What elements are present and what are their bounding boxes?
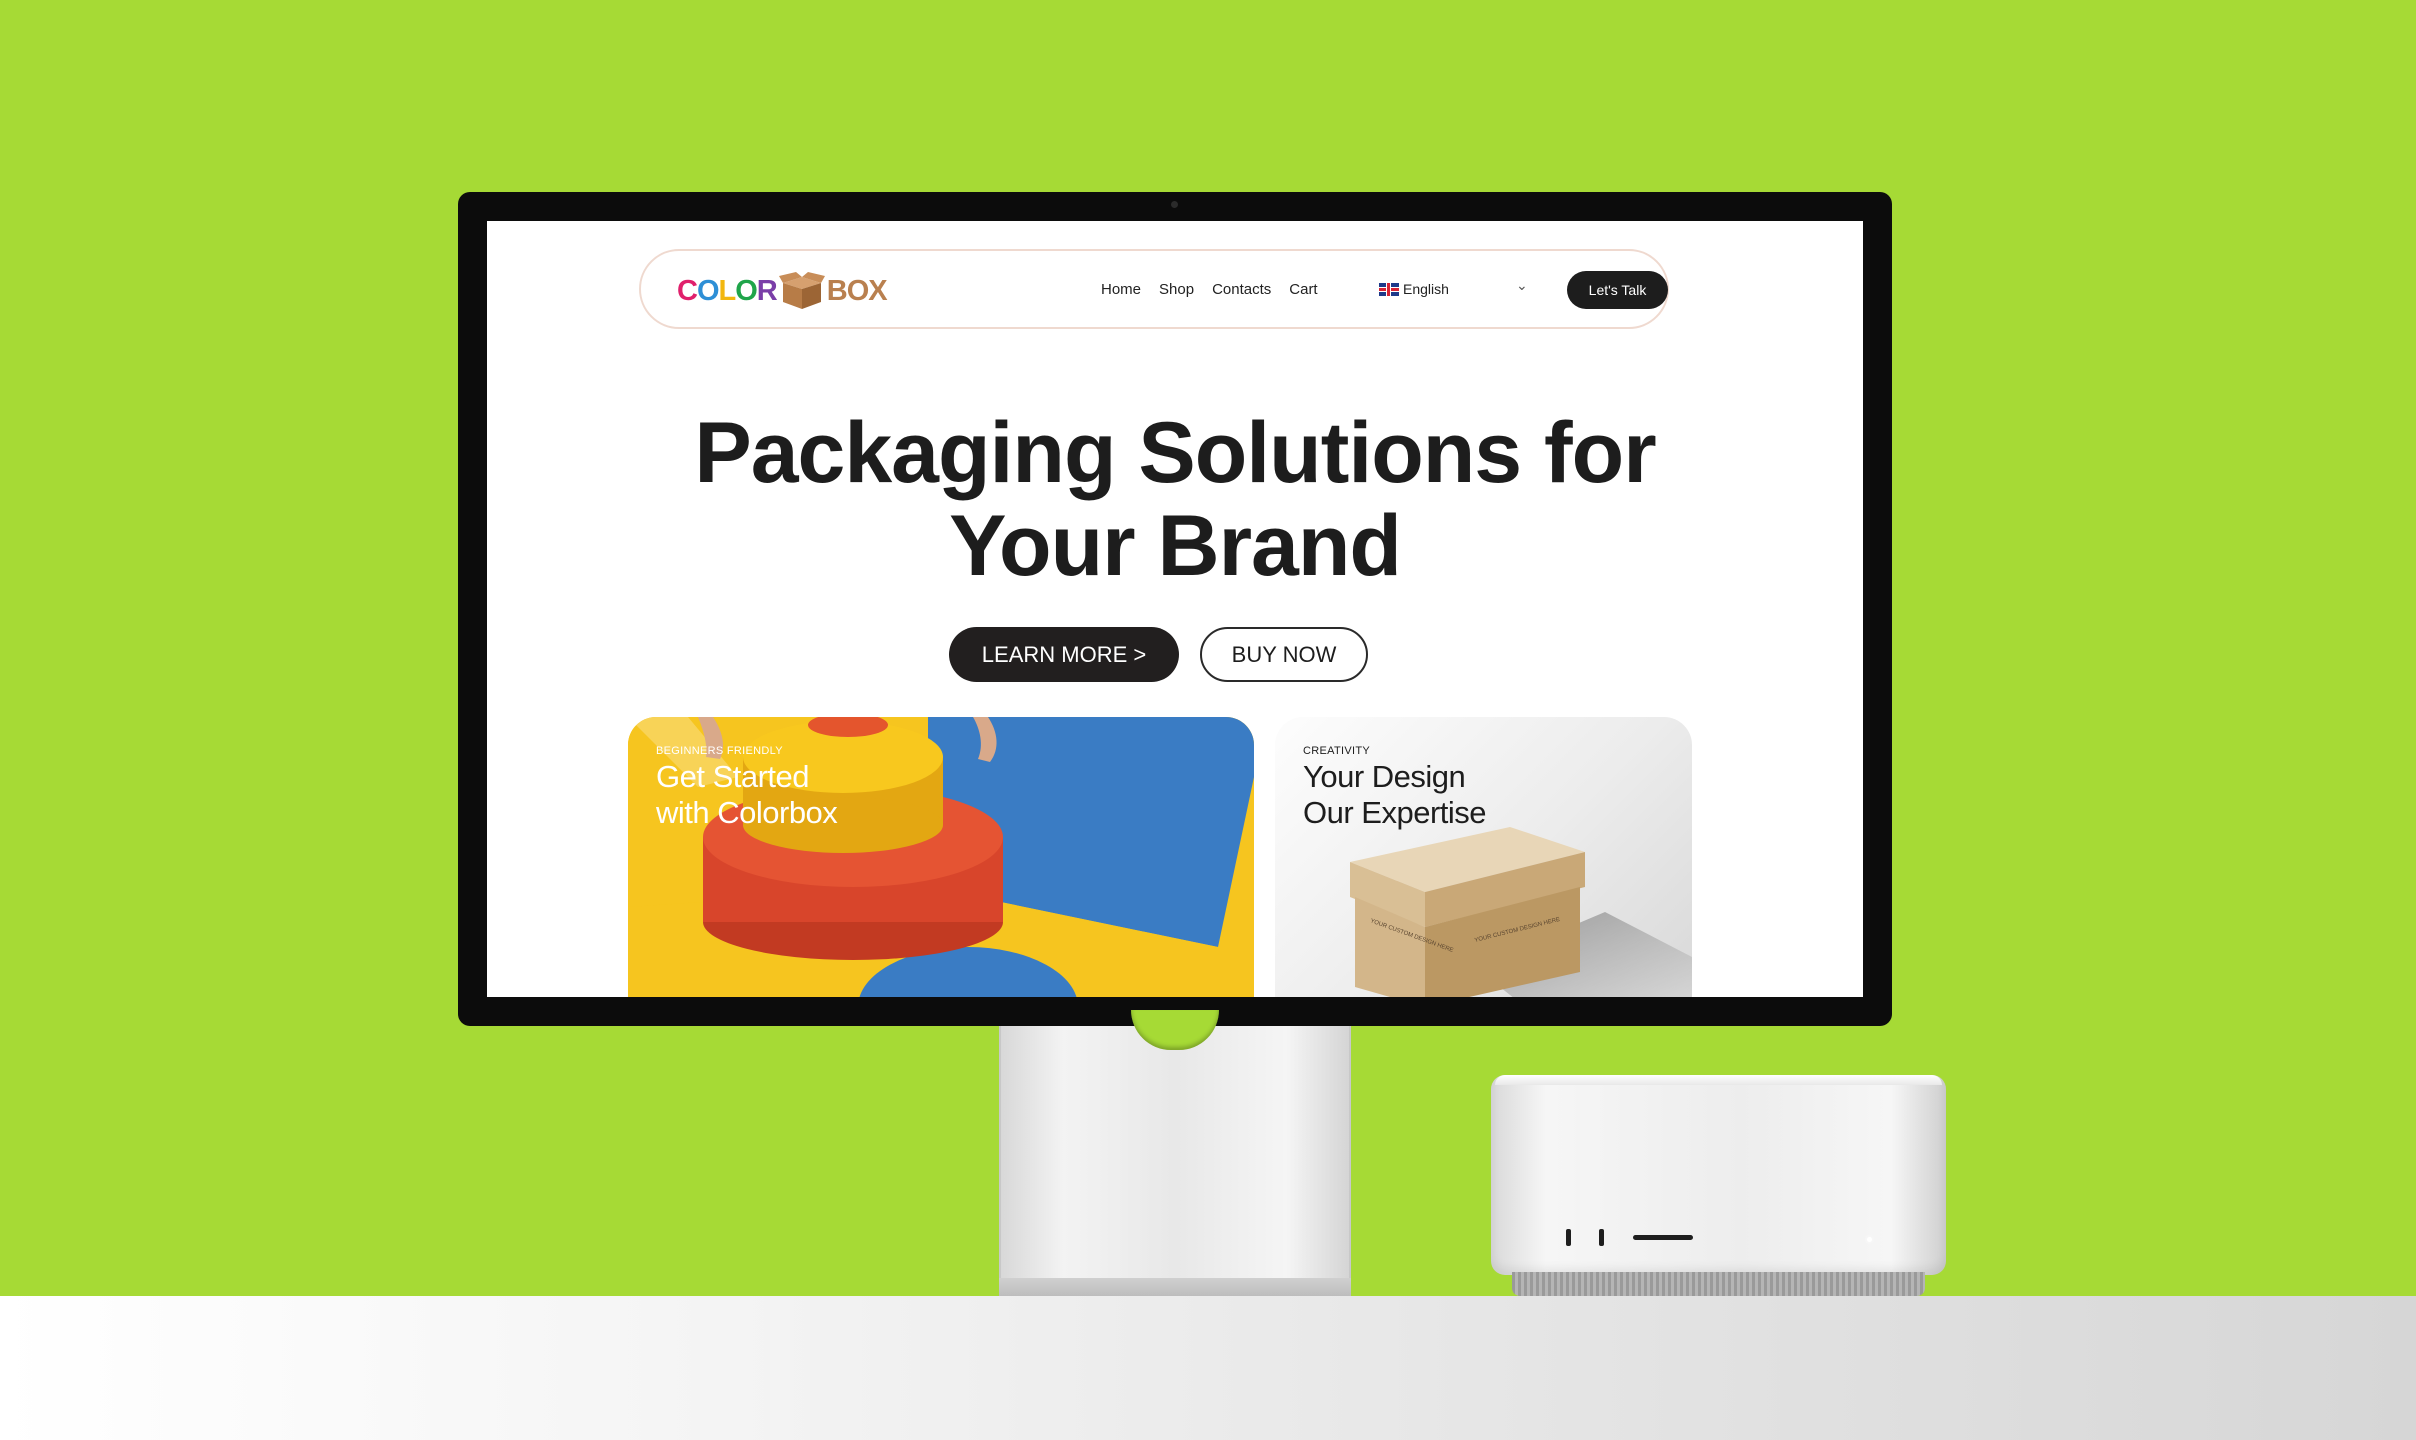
card-title-line-1: Get Started xyxy=(656,759,810,794)
power-led-icon xyxy=(1867,1237,1872,1242)
card-get-started[interactable]: BEGINNERS FRIENDLY Get Started with Colo… xyxy=(628,717,1254,997)
logo-color-word: COLOR xyxy=(677,271,778,311)
logo-letter: C xyxy=(677,275,698,307)
website-screen: COLOR BOX Home Shop Contacts Cart Englis xyxy=(487,221,1863,997)
logo-letter: O xyxy=(696,275,720,307)
hero-line-1: Packaging Solutions for xyxy=(694,405,1656,501)
language-selector[interactable]: English xyxy=(1379,277,1449,301)
learn-more-button[interactable]: LEARN MORE > xyxy=(949,627,1179,682)
logo-letter: L xyxy=(718,275,737,307)
card-tag: CREATIVITY xyxy=(1303,745,1370,757)
card-your-design[interactable]: YOUR CUSTOM DESIGN HERE YOUR CUSTOM DESI… xyxy=(1275,717,1692,997)
lets-talk-button[interactable]: Let's Talk xyxy=(1567,271,1668,309)
usb-c-port xyxy=(1566,1229,1571,1246)
mac-studio-computer xyxy=(1491,1075,1946,1275)
usb-c-port xyxy=(1599,1229,1604,1246)
card-title-line-1: Your Design xyxy=(1303,759,1466,794)
monitor-stand-foot xyxy=(999,1278,1351,1296)
studio-display-monitor: COLOR BOX Home Shop Contacts Cart Englis xyxy=(458,192,1892,1026)
card-title: Get Started with Colorbox xyxy=(656,759,838,831)
card-title-line-2: with Colorbox xyxy=(656,795,838,830)
buy-now-button[interactable]: BUY NOW xyxy=(1200,627,1368,682)
nav-shop[interactable]: Shop xyxy=(1159,281,1194,298)
card-tag: BEGINNERS FRIENDLY xyxy=(656,745,783,757)
nav-cart[interactable]: Cart xyxy=(1289,281,1317,298)
colorbox-logo[interactable]: COLOR BOX xyxy=(677,271,888,311)
site-header: COLOR BOX Home Shop Contacts Cart Englis xyxy=(639,249,1669,329)
card-title-line-2: Our Expertise xyxy=(1303,795,1487,830)
logo-letter: R xyxy=(756,275,778,307)
hero-heading: Packaging Solutions for Your Brand xyxy=(487,407,1863,593)
mac-studio-vent-base xyxy=(1512,1272,1925,1296)
chevron-down-icon[interactable]: ⌄ xyxy=(1516,277,1528,294)
language-label: English xyxy=(1403,281,1449,297)
camera-icon xyxy=(1171,201,1178,208)
logo-letter: O xyxy=(735,275,758,307)
flag-uk-icon xyxy=(1379,282,1399,296)
desk-surface xyxy=(0,1296,2416,1440)
card-title: Your Design Our Expertise xyxy=(1303,759,1487,831)
nav-contacts[interactable]: Contacts xyxy=(1212,281,1271,298)
logo-box-word: BOX xyxy=(826,275,888,307)
nav-home[interactable]: Home xyxy=(1101,281,1141,298)
monitor-stand xyxy=(999,1026,1351,1296)
box-logo-icon xyxy=(778,272,825,309)
sd-card-slot xyxy=(1633,1235,1693,1240)
main-nav: Home Shop Contacts Cart xyxy=(1101,251,1318,327)
mac-studio-top-edge xyxy=(1495,1075,1942,1085)
hero-line-2: Your Brand xyxy=(949,498,1402,594)
